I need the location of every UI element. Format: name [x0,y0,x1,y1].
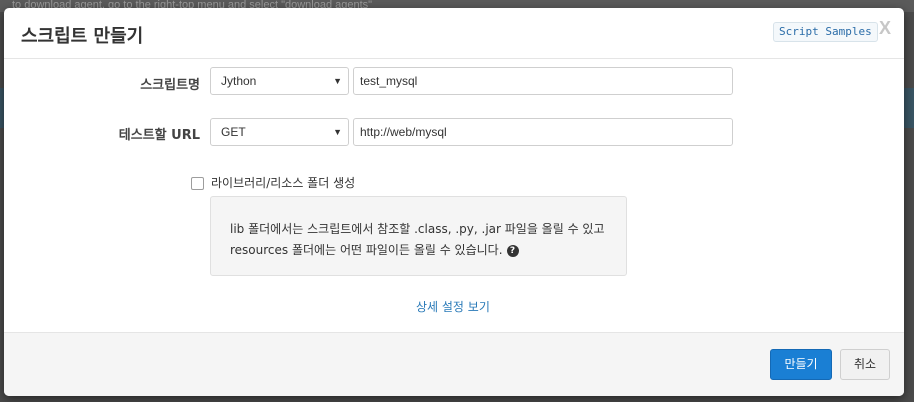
folder-info-box: lib 폴더에서는 스크립트에서 참조할 .class, .py, .jar 파… [210,196,627,276]
create-button[interactable]: 만들기 [770,349,832,380]
test-url-input[interactable]: http://web/mysql [353,118,733,146]
dialog-header: 스크립트 만들기 Script Samples X [4,8,904,59]
info-text-line-1: lib 폴더에서는 스크립트에서 참조할 .class, .py, .jar 파… [230,222,605,236]
chevron-down-icon: ▼ [333,127,342,137]
script-samples-button[interactable]: Script Samples [773,22,878,42]
test-url-label: 테스트할 URL [118,128,200,143]
close-icon[interactable]: X [879,18,891,39]
advanced-settings-link[interactable]: 상세 설정 보기 [416,298,490,315]
script-name-label: 스크립트명 [140,78,200,93]
dialog-title: 스크립트 만들기 [21,26,144,47]
create-folder-label[interactable]: 라이브러리/리소스 폴더 생성 [211,174,355,191]
help-icon[interactable]: ? [506,244,519,257]
language-select-value: Jython [221,74,257,88]
language-select[interactable]: Jython ▼ [210,67,349,95]
create-folder-checkbox[interactable] [191,177,204,190]
info-text-line-2: resources 폴더에는 어떤 파일이든 올릴 수 있습니다.? [230,241,519,258]
chevron-down-icon: ▼ [333,76,342,86]
cancel-button[interactable]: 취소 [840,349,890,380]
script-name-input[interactable]: test_mysql [353,67,733,95]
info-text-line-2-text: resources 폴더에는 어떤 파일이든 올릴 수 있습니다. [230,243,503,257]
create-script-dialog: 스크립트 만들기 Script Samples X 스크립트명 Jython ▼… [4,8,904,396]
http-method-select[interactable]: GET ▼ [210,118,349,146]
dialog-footer: 만들기 취소 [4,332,904,396]
http-method-select-value: GET [221,125,246,139]
